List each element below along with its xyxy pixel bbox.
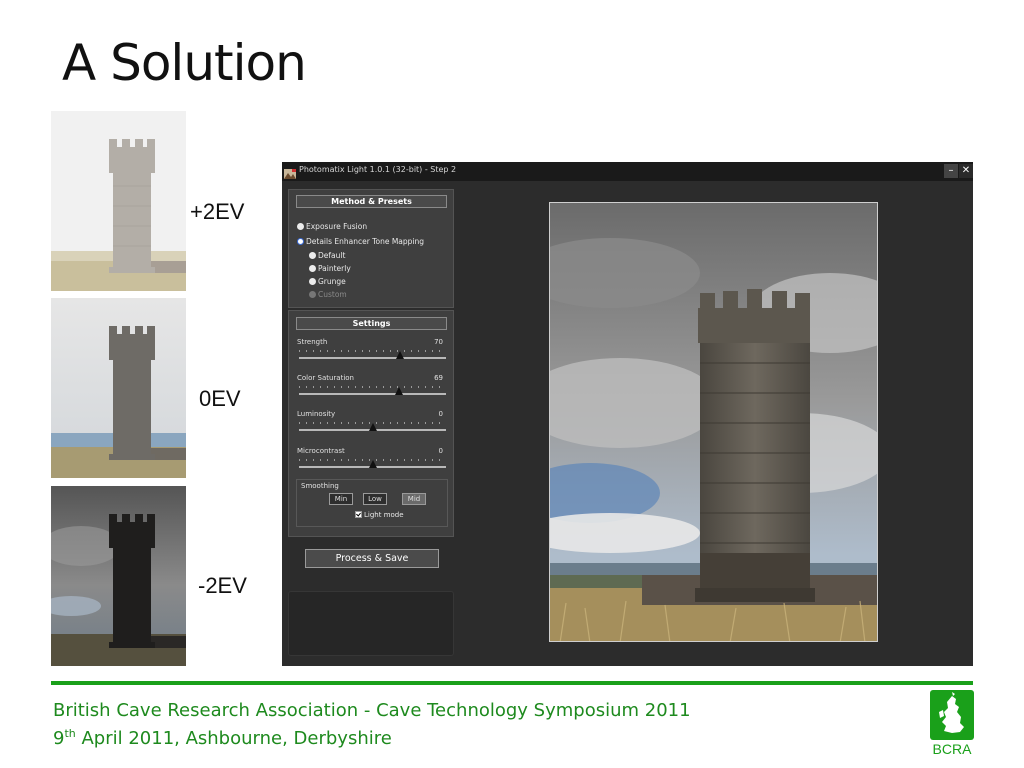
slider-thumb[interactable]: [368, 423, 377, 431]
color-saturation-slider[interactable]: [299, 393, 446, 395]
method-presets-panel: Method & Presets Exposure Fusion Details…: [288, 189, 454, 308]
slider-label: Microcontrast: [297, 447, 345, 455]
light-mode-checkbox[interactable]: Light mode: [355, 511, 404, 519]
exposure-thumbnail-minus2: [51, 486, 186, 666]
slider-label: Color Saturation: [297, 374, 354, 382]
exposure-label: +2EV: [190, 199, 245, 224]
slider-value: 0: [438, 447, 443, 455]
log-area: [288, 591, 454, 656]
close-button[interactable]: ✕: [959, 164, 973, 178]
radio-button[interactable]: [297, 223, 304, 230]
preset-option-default[interactable]: Default: [309, 251, 345, 260]
slider-value: 70: [434, 338, 443, 346]
window-title: Photomatix Light 1.0.1 (32-bit) - Step 2: [299, 165, 457, 174]
exposure-label: 0EV: [199, 386, 241, 411]
minimize-button[interactable]: –: [944, 164, 958, 178]
smoothing-min-button[interactable]: Min: [329, 493, 353, 505]
slider-value: 69: [434, 374, 443, 382]
preset-option-custom: Custom: [309, 290, 347, 299]
smoothing-mid-button[interactable]: Mid: [402, 493, 426, 505]
slider-thumb[interactable]: [396, 351, 405, 359]
exposure-thumbnail-0: [51, 298, 186, 478]
method-presets-header: Method & Presets: [296, 195, 447, 208]
preview-image: [549, 202, 878, 642]
slider-label: Luminosity: [297, 410, 336, 418]
slider-ticks: [299, 386, 446, 388]
footer-rule: [51, 681, 973, 685]
radio-button[interactable]: [309, 278, 316, 285]
footer-date-location: 9th April 2011, Ashbourne, Derbyshire: [53, 727, 392, 749]
smoothing-title: Smoothing: [301, 482, 339, 490]
slider-value: 0: [438, 410, 443, 418]
slider-thumb[interactable]: [368, 460, 377, 468]
method-option-exposure-fusion[interactable]: Exposure Fusion: [297, 222, 367, 231]
preset-option-painterly[interactable]: Painterly: [309, 264, 351, 273]
exposure-label: -2EV: [198, 573, 247, 598]
smoothing-low-button[interactable]: Low: [363, 493, 387, 505]
smoothing-group: Smoothing Min Low Mid Light mode: [296, 479, 448, 527]
preset-option-grunge[interactable]: Grunge: [309, 277, 346, 286]
footer-organisation: British Cave Research Association - Cave…: [53, 700, 691, 721]
slider-label: Strength: [297, 338, 328, 346]
window-titlebar[interactable]: Photomatix Light 1.0.1 (32-bit) - Step 2…: [282, 162, 973, 181]
process-save-button[interactable]: Process & Save: [305, 549, 439, 568]
radio-button[interactable]: [309, 265, 316, 272]
bcra-logo-text: BCRA: [932, 741, 972, 757]
method-option-details-enhancer[interactable]: Details Enhancer Tone Mapping: [297, 237, 424, 246]
slider-ticks: [299, 350, 446, 352]
radio-button-selected[interactable]: [297, 238, 304, 245]
radio-button-disabled: [309, 291, 316, 298]
settings-header: Settings: [296, 317, 447, 330]
app-icon: [284, 165, 296, 179]
settings-panel: Settings Strength 70 Color Saturation 69…: [288, 310, 454, 537]
slide-title: A Solution: [62, 34, 307, 92]
strength-slider[interactable]: [299, 357, 446, 359]
checkbox-checked[interactable]: [355, 511, 362, 518]
photomatix-window: Photomatix Light 1.0.1 (32-bit) - Step 2…: [282, 162, 973, 666]
slider-thumb[interactable]: [394, 387, 403, 395]
radio-button[interactable]: [309, 252, 316, 259]
exposure-thumbnail-plus2: [51, 111, 186, 291]
